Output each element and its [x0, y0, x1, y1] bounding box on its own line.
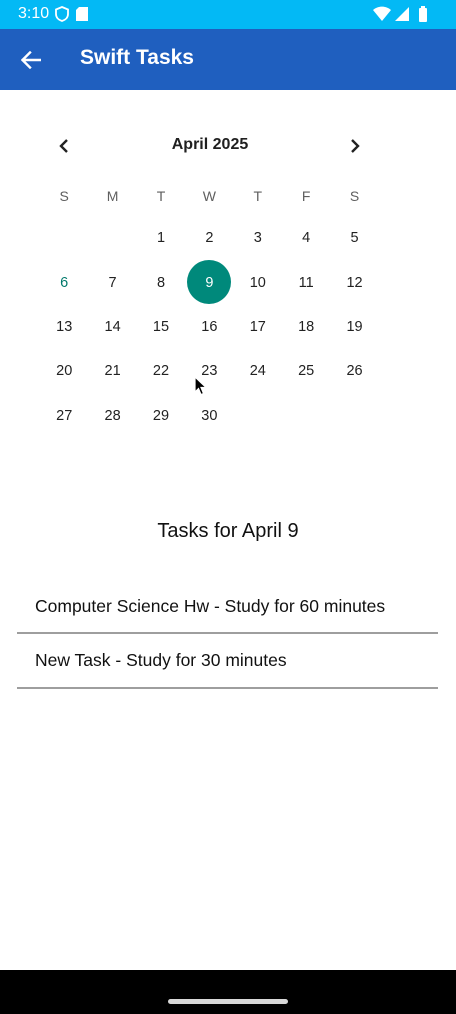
- calendar-day[interactable]: 2: [185, 216, 233, 260]
- signal-icon: [395, 7, 409, 21]
- calendar-day[interactable]: 11: [282, 260, 330, 304]
- calendar-day[interactable]: 6: [40, 260, 88, 304]
- calendar-day[interactable]: 5: [330, 216, 378, 260]
- calendar-day-selected[interactable]: 9: [185, 260, 233, 305]
- calendar-day[interactable]: 15: [137, 305, 185, 349]
- shield-icon: [55, 6, 69, 22]
- weekday-label: T: [253, 188, 263, 204]
- calendar-day[interactable]: 4: [282, 216, 330, 260]
- calendar-day-number: 2: [205, 230, 214, 247]
- calendar-day-number: 22: [152, 363, 170, 380]
- calendar-day-number: 5: [350, 230, 359, 247]
- calendar-day[interactable]: 30: [185, 394, 233, 438]
- calendar-day-number: 28: [104, 407, 121, 424]
- back-button[interactable]: [14, 43, 48, 77]
- weekday-label: S: [59, 188, 69, 204]
- weekday-label: S: [349, 188, 360, 204]
- calendar-day-number: 30: [201, 407, 218, 424]
- calendar-day[interactable]: 20: [40, 349, 88, 393]
- calendar-day-number: 13: [56, 318, 73, 335]
- calendar-day[interactable]: 3: [234, 216, 282, 260]
- weekday-header: S M T W T F S: [40, 188, 379, 204]
- calendar-day-number: 19: [346, 318, 363, 335]
- calendar-day[interactable]: 12: [330, 260, 378, 304]
- weekday-label: T: [156, 188, 166, 204]
- calendar-day[interactable]: 19: [330, 305, 378, 349]
- calendar-day-number: 21: [104, 363, 121, 380]
- calendar-day[interactable]: 1: [137, 216, 185, 260]
- calendar-day[interactable]: 21: [88, 349, 136, 393]
- weekday-label: F: [301, 188, 311, 204]
- calendar-day-number: 12: [346, 274, 363, 291]
- calendar-day-number: 8: [156, 274, 166, 291]
- calendar-days-grid: 1 2 3 4 5 6 7 8 9 10 11 12 13 14 15 16 17 18 19 20 21 22 23 24 2…: [40, 216, 379, 438]
- calendar-day-number: 11: [298, 274, 314, 291]
- calendar-day[interactable]: 18: [282, 305, 330, 349]
- calendar-day[interactable]: 17: [234, 305, 282, 349]
- calendar-day[interactable]: 23: [185, 349, 233, 393]
- app-bar: Swift Tasks: [0, 29, 456, 90]
- battery-icon: [419, 6, 427, 22]
- month-title: April 2025: [171, 136, 249, 153]
- status-bar: 3:10: [0, 0, 456, 29]
- calendar-day-number: 16: [201, 318, 218, 335]
- calendar-blank-cell: [40, 216, 88, 260]
- next-month-button[interactable]: [340, 131, 370, 161]
- mouse-pointer-icon: [194, 376, 208, 396]
- task-item[interactable]: New Task - Study for 30 minutes: [17, 634, 438, 689]
- calendar-day-number: 29: [152, 407, 170, 424]
- sd-card-icon: [76, 7, 88, 21]
- calendar-day-number: 17: [249, 318, 266, 335]
- calendar-day-number: 1: [156, 230, 166, 247]
- calendar-day-number: 14: [104, 318, 121, 335]
- calendar-day[interactable]: 10: [234, 260, 282, 304]
- wifi-icon: [373, 6, 391, 21]
- calendar-day-number: 24: [249, 363, 266, 380]
- calendar-day-number: 9: [205, 274, 214, 291]
- calendar-day-number: 20: [56, 363, 73, 380]
- main-content: April 2025 S M T W T F S 1 2 3 4 5 6 7 8 9 10 11 12…: [0, 90, 456, 970]
- task-item[interactable]: Computer Science Hw - Study for 60 minut…: [17, 580, 438, 634]
- calendar-day[interactable]: 25: [282, 349, 330, 393]
- weekday-label: M: [106, 188, 119, 204]
- calendar-day[interactable]: 8: [137, 260, 185, 304]
- prev-month-button[interactable]: [49, 131, 79, 161]
- calendar-day[interactable]: 22: [137, 349, 185, 393]
- calendar-day-number: 15: [152, 318, 170, 335]
- calendar-day-number: 27: [56, 407, 73, 424]
- calendar-day-number: 10: [249, 274, 266, 291]
- app-title: Swift Tasks: [80, 46, 194, 69]
- calendar-day-number: 3: [253, 230, 262, 247]
- home-gesture-handle[interactable]: [168, 999, 288, 1004]
- tasks-heading: Tasks for April 9: [157, 520, 299, 542]
- status-icons-left: [55, 6, 91, 27]
- calendar-day[interactable]: 7: [88, 260, 136, 304]
- calendar-day[interactable]: 29: [137, 394, 185, 438]
- chevron-left-icon: [59, 139, 68, 153]
- calendar-day[interactable]: 26: [330, 349, 378, 393]
- chevron-right-icon: [351, 139, 360, 153]
- status-time: 3:10: [18, 5, 50, 22]
- calendar-day[interactable]: 14: [88, 305, 136, 349]
- calendar-day-number: 25: [298, 363, 315, 380]
- calendar-day-number: 6: [60, 274, 69, 291]
- weekday-label: W: [202, 188, 216, 204]
- status-icons-right: [372, 6, 434, 27]
- calendar-blank-cell: [88, 216, 136, 260]
- calendar-day[interactable]: 16: [185, 305, 233, 349]
- calendar-day-number: 4: [302, 230, 311, 247]
- arrow-left-icon: [21, 51, 41, 69]
- calendar-day[interactable]: 24: [234, 349, 282, 393]
- calendar-day-number: 7: [108, 274, 117, 291]
- calendar-day-number: 18: [298, 318, 315, 335]
- calendar-day[interactable]: 27: [40, 394, 88, 438]
- navigation-bar: [0, 970, 456, 1014]
- calendar-day-number: 26: [346, 363, 363, 380]
- calendar-day[interactable]: 13: [40, 305, 88, 349]
- task-list: Computer Science Hw - Study for 60 minut…: [17, 580, 438, 689]
- calendar-day[interactable]: 28: [88, 394, 136, 438]
